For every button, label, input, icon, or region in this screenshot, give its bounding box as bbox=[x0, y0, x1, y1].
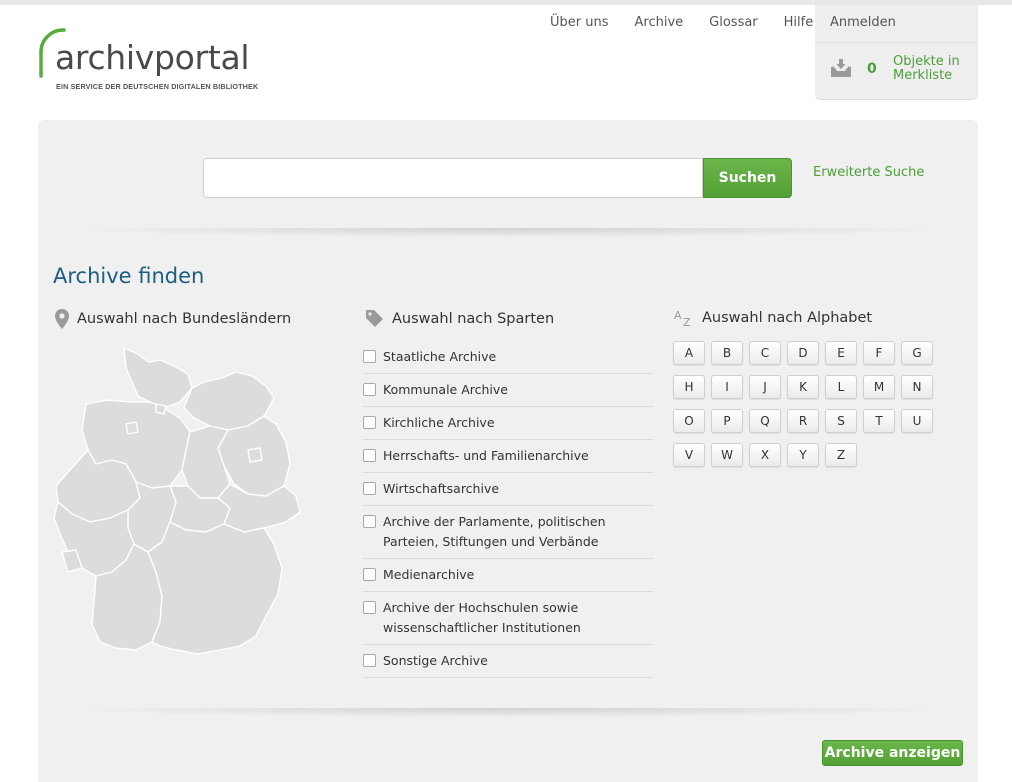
sparte-label: Wirtschaftsarchive bbox=[383, 481, 500, 496]
sparte-kirchliche-archive[interactable]: Kirchliche Archive bbox=[363, 407, 653, 440]
checkbox[interactable] bbox=[363, 449, 376, 462]
letter-button-z[interactable]: Z bbox=[825, 443, 857, 467]
letter-button-t[interactable]: T bbox=[863, 409, 895, 433]
svg-text:A: A bbox=[674, 309, 682, 322]
sparte-label: Medienarchive bbox=[383, 567, 475, 582]
sparte-wirtschaftsarchive[interactable]: Wirtschaftsarchive bbox=[363, 473, 653, 506]
alphabet-heading-label: Auswahl nach Alphabet bbox=[702, 310, 873, 326]
sparte-herrschafts-familienarchive[interactable]: Herrschafts- und Familienarchive bbox=[363, 440, 653, 473]
sparte-label: Staatliche Archive bbox=[383, 349, 497, 364]
state-berlin[interactable] bbox=[247, 447, 263, 463]
state-schleswig-holstein[interactable] bbox=[123, 347, 193, 409]
letter-button-b[interactable]: B bbox=[711, 341, 743, 365]
merkliste-link[interactable]: Objekte in Merkliste bbox=[893, 55, 973, 83]
checkbox[interactable] bbox=[363, 482, 376, 495]
alphabet-heading: A Z Auswahl nach Alphabet bbox=[674, 309, 872, 327]
letter-button-k[interactable]: K bbox=[787, 375, 819, 399]
advanced-search-link[interactable]: Erweiterte Suche bbox=[813, 165, 924, 180]
login-link[interactable]: Anmelden bbox=[830, 14, 896, 32]
state-bremen[interactable] bbox=[125, 421, 139, 435]
checkbox[interactable] bbox=[363, 383, 376, 396]
states-heading-label: Auswahl nach Bundesländern bbox=[77, 311, 292, 327]
alphabet-grid: A B C D E F G H I J K L M N O P Q R S T … bbox=[673, 341, 943, 467]
letter-button-e[interactable]: E bbox=[825, 341, 857, 365]
letter-button-u[interactable]: U bbox=[901, 409, 933, 433]
letter-button-g[interactable]: G bbox=[901, 341, 933, 365]
search-button[interactable]: Suchen bbox=[703, 158, 792, 198]
checkbox[interactable] bbox=[363, 350, 376, 363]
letter-button-m[interactable]: M bbox=[863, 375, 895, 399]
sparten-list: Staatliche Archive Kommunale Archive Kir… bbox=[363, 341, 653, 678]
logo-tagline: EIN SERVICE DER DEUTSCHEN DIGITALEN BIBL… bbox=[56, 82, 259, 91]
location-pin-icon bbox=[55, 309, 69, 329]
merkliste-count[interactable]: 0 bbox=[867, 61, 877, 77]
letter-button-j[interactable]: J bbox=[749, 375, 781, 399]
germany-map[interactable] bbox=[52, 346, 302, 688]
svg-text:Z: Z bbox=[683, 316, 691, 327]
archivportal-logo[interactable]: archivportal EIN SERVICE DER DEUTSCHEN D… bbox=[38, 28, 268, 98]
state-hamburg[interactable] bbox=[155, 403, 167, 415]
nav-glossar[interactable]: Glossar bbox=[696, 14, 771, 32]
letter-button-q[interactable]: Q bbox=[749, 409, 781, 433]
checkbox[interactable] bbox=[363, 568, 376, 581]
letter-button-w[interactable]: W bbox=[711, 443, 743, 467]
checkbox[interactable] bbox=[363, 515, 376, 528]
sparte-medienarchive[interactable]: Medienarchive bbox=[363, 559, 653, 592]
search-input[interactable] bbox=[203, 158, 703, 198]
top-navigation: Über uns Archive Glossar Hilfe bbox=[537, 14, 826, 32]
sparte-parlamente-parteien[interactable]: Archive der Parlamente, politischen Part… bbox=[363, 506, 653, 559]
nav-ueber-uns[interactable]: Über uns bbox=[537, 14, 622, 32]
checkbox[interactable] bbox=[363, 416, 376, 429]
checkbox[interactable] bbox=[363, 601, 376, 614]
az-sort-icon: A Z bbox=[674, 309, 691, 327]
letter-button-v[interactable]: V bbox=[673, 443, 705, 467]
sparte-hochschulen[interactable]: Archive der Hochschulen sowie wissenscha… bbox=[363, 592, 653, 645]
logo-wordmark: archivportal bbox=[55, 38, 250, 77]
letter-button-a[interactable]: A bbox=[673, 341, 705, 365]
letter-button-x[interactable]: X bbox=[749, 443, 781, 467]
divider bbox=[815, 42, 978, 43]
letter-button-o[interactable]: O bbox=[673, 409, 705, 433]
sparte-sonstige-archive[interactable]: Sonstige Archive bbox=[363, 645, 653, 678]
sparte-label: Archive der Parlamente, politischen Part… bbox=[383, 514, 606, 549]
main-panel: Suchen Erweiterte Suche Archive finden A… bbox=[38, 120, 978, 782]
state-bayern[interactable] bbox=[147, 521, 283, 655]
nav-archive[interactable]: Archive bbox=[622, 14, 697, 32]
sparte-label: Archive der Hochschulen sowie wissenscha… bbox=[383, 600, 581, 635]
letter-button-c[interactable]: C bbox=[749, 341, 781, 365]
checkbox[interactable] bbox=[363, 654, 376, 667]
section-divider bbox=[56, 708, 960, 718]
sparte-staatliche-archive[interactable]: Staatliche Archive bbox=[363, 341, 653, 374]
states-heading: Auswahl nach Bundesländern bbox=[55, 309, 291, 329]
letter-button-p[interactable]: P bbox=[711, 409, 743, 433]
sparten-heading-label: Auswahl nach Sparten bbox=[392, 310, 555, 327]
letter-button-i[interactable]: I bbox=[711, 375, 743, 399]
sparte-label: Kirchliche Archive bbox=[383, 415, 495, 430]
sparten-heading: Auswahl nach Sparten bbox=[365, 309, 554, 328]
user-box: Anmelden 0 Objekte in Merkliste bbox=[815, 5, 978, 100]
letter-button-s[interactable]: S bbox=[825, 409, 857, 433]
sparte-kommunale-archive[interactable]: Kommunale Archive bbox=[363, 374, 653, 407]
sparte-label: Kommunale Archive bbox=[383, 382, 508, 397]
sparte-label: Sonstige Archive bbox=[383, 653, 488, 668]
merkliste-tray-icon[interactable] bbox=[830, 58, 852, 78]
section-title: Archive finden bbox=[53, 264, 205, 288]
letter-button-y[interactable]: Y bbox=[787, 443, 819, 467]
letter-button-r[interactable]: R bbox=[787, 409, 819, 433]
tag-icon bbox=[366, 310, 383, 327]
letter-button-h[interactable]: H bbox=[673, 375, 705, 399]
section-divider bbox=[56, 228, 960, 238]
sparte-label: Herrschafts- und Familienarchive bbox=[383, 448, 589, 463]
show-archives-button[interactable]: Archive anzeigen bbox=[822, 740, 963, 766]
letter-button-f[interactable]: F bbox=[863, 341, 895, 365]
letter-button-d[interactable]: D bbox=[787, 341, 819, 365]
letter-button-n[interactable]: N bbox=[901, 375, 933, 399]
letter-button-l[interactable]: L bbox=[825, 375, 857, 399]
